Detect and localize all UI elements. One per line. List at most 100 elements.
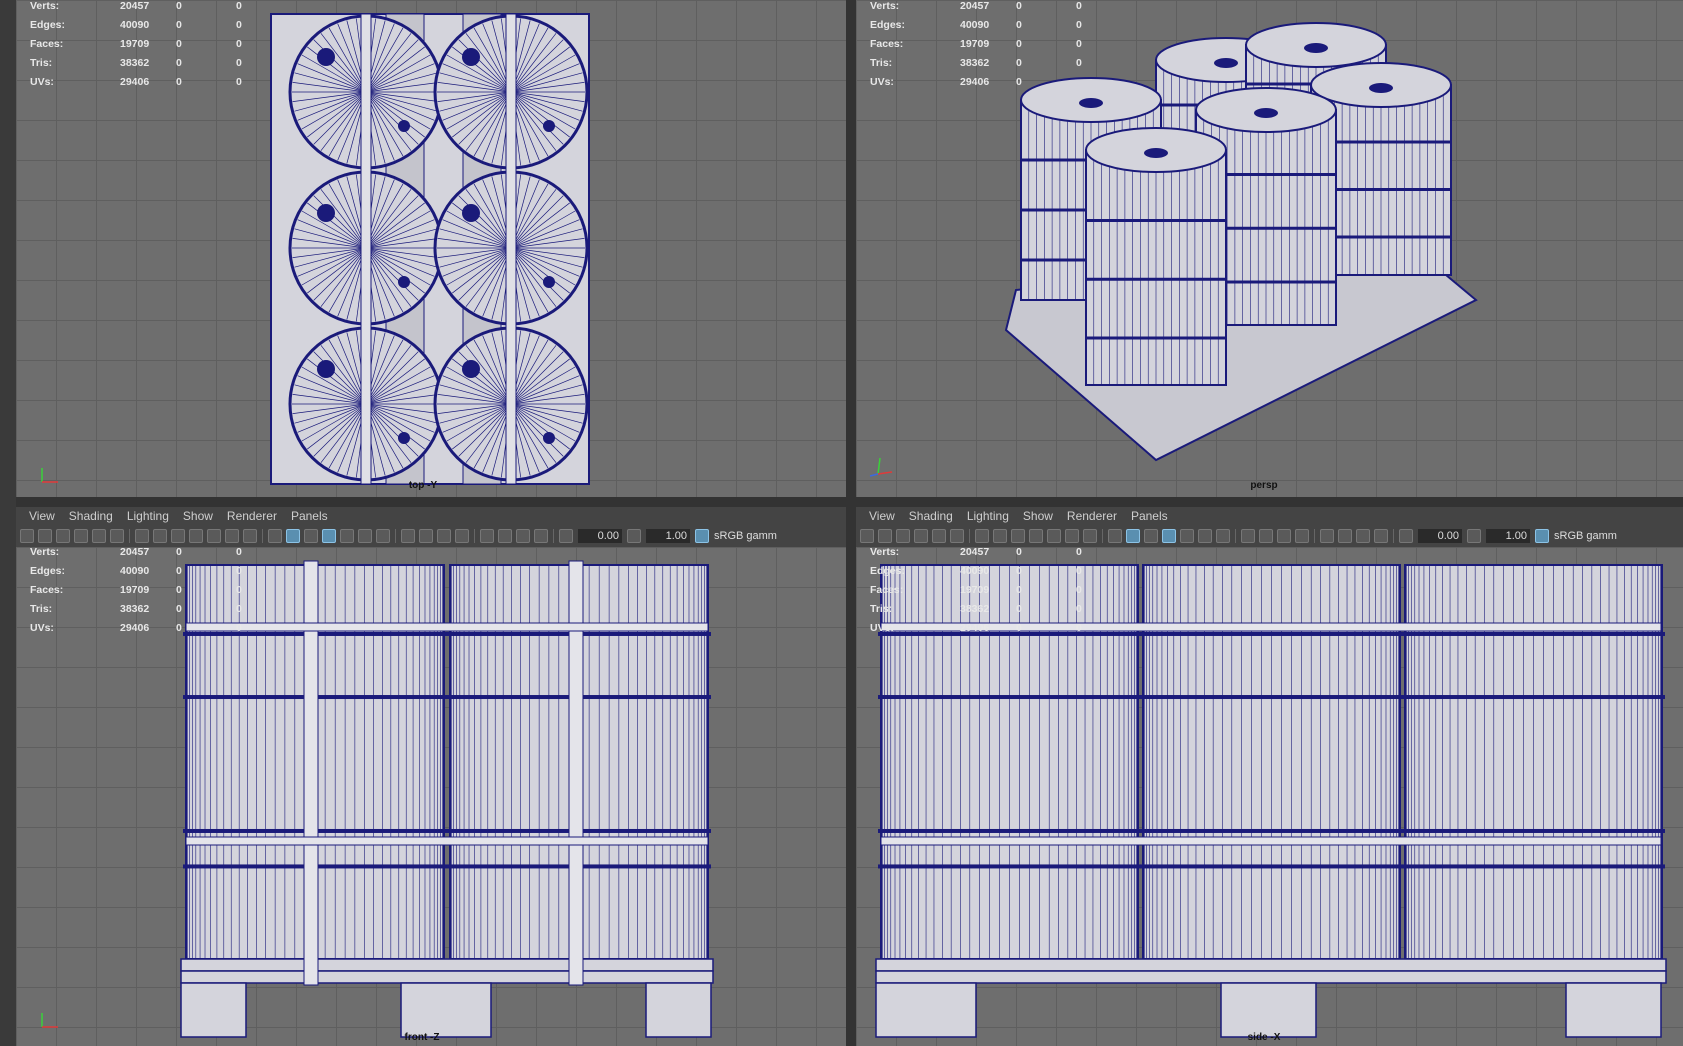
resolution-gate-icon[interactable] bbox=[1011, 529, 1025, 543]
default-material-icon[interactable] bbox=[1144, 529, 1158, 543]
textured-icon[interactable] bbox=[1180, 529, 1194, 543]
axis-gizmo-icon bbox=[41, 1013, 58, 1028]
isolate-select-icon[interactable] bbox=[1320, 529, 1334, 543]
exposure-icon[interactable] bbox=[559, 529, 573, 543]
pane-divider-horizontal[interactable] bbox=[0, 497, 1683, 507]
gamma-icon[interactable] bbox=[1467, 529, 1481, 543]
image-plane-icon[interactable] bbox=[914, 529, 928, 543]
menu-lighting[interactable]: Lighting bbox=[120, 509, 176, 523]
menu-view[interactable]: View bbox=[862, 509, 902, 523]
textured-icon[interactable] bbox=[340, 529, 354, 543]
viewport-menubar: View Shading Lighting Show Renderer Pane… bbox=[16, 507, 846, 525]
camera-label-persp: persp bbox=[1250, 480, 1278, 491]
menu-panels[interactable]: Panels bbox=[284, 509, 335, 523]
view-2d-pan-icon[interactable] bbox=[932, 529, 946, 543]
isolate-select-icon[interactable] bbox=[480, 529, 494, 543]
menu-shading[interactable]: Shading bbox=[62, 509, 120, 523]
view-2d-pan-icon[interactable] bbox=[92, 529, 106, 543]
viewport-menubar: View Shading Lighting Show Renderer Pane… bbox=[856, 507, 1683, 525]
hud-poly-count: Verts: 20457 0 0 Edges: 40090 0 0 Faces: 19709 0… bbox=[30, 546, 242, 634]
exposure-field[interactable]: 0.00 bbox=[578, 529, 622, 543]
safe-action-icon[interactable] bbox=[225, 529, 239, 543]
hud-poly-count: Verts: 20457 0 0 Edges: 40090 0 0 Faces: 19709 0… bbox=[870, 546, 1082, 634]
xray-joints-icon[interactable] bbox=[534, 529, 548, 543]
exposure-field[interactable]: 0.00 bbox=[1418, 529, 1462, 543]
left-edge-strip bbox=[0, 0, 16, 1046]
viewport-top[interactable]: Verts: 20457 0 0 Edges: 40090 0 0 Faces: 19709 0… bbox=[16, 0, 846, 497]
camera-label-top: top -Y bbox=[408, 480, 438, 491]
viewport-side[interactable]: View Shading Lighting Show Renderer Pane… bbox=[856, 507, 1683, 1046]
wireframe-on-shaded-icon[interactable] bbox=[322, 529, 336, 543]
camera-attr-icon[interactable] bbox=[878, 529, 892, 543]
shadows-icon[interactable] bbox=[1216, 529, 1230, 543]
ambient-occlusion-icon[interactable] bbox=[1241, 529, 1255, 543]
menu-panels[interactable]: Panels bbox=[1124, 509, 1175, 523]
grid-icon[interactable] bbox=[135, 529, 149, 543]
shadows-icon[interactable] bbox=[376, 529, 390, 543]
anti-aliasing-icon[interactable] bbox=[437, 529, 451, 543]
safe-action-icon[interactable] bbox=[1065, 529, 1079, 543]
xray-icon[interactable] bbox=[498, 529, 512, 543]
camera-label-side: side -X bbox=[1247, 1032, 1281, 1043]
motion-blur-icon[interactable] bbox=[419, 529, 433, 543]
anti-aliasing-icon[interactable] bbox=[1277, 529, 1291, 543]
axis-gizmo-icon bbox=[41, 468, 58, 483]
camera-label-front: front -Z bbox=[404, 1032, 440, 1043]
ambient-occlusion-icon[interactable] bbox=[401, 529, 415, 543]
xray-icon[interactable] bbox=[1338, 529, 1352, 543]
camera-attr-icon[interactable] bbox=[38, 529, 52, 543]
gamma-field[interactable]: 1.00 bbox=[646, 529, 690, 543]
depth-of-field-icon[interactable] bbox=[1295, 529, 1309, 543]
exposure-icon[interactable] bbox=[1399, 529, 1413, 543]
camera-select-icon[interactable] bbox=[20, 529, 34, 543]
safe-title-icon[interactable] bbox=[243, 529, 257, 543]
film-gate-icon[interactable] bbox=[993, 529, 1007, 543]
gamma-icon[interactable] bbox=[627, 529, 641, 543]
viewport-persp[interactable]: Verts: 20457 0 0 Edges: 40090 0 0 Faces: 19709 0… bbox=[856, 0, 1683, 497]
wireframe-icon[interactable] bbox=[1108, 529, 1122, 543]
lights-icon[interactable] bbox=[1198, 529, 1212, 543]
menu-view[interactable]: View bbox=[22, 509, 62, 523]
bookmark-icon[interactable] bbox=[896, 529, 910, 543]
color-management-icon[interactable] bbox=[1535, 529, 1549, 543]
menu-show[interactable]: Show bbox=[176, 509, 220, 523]
image-plane-icon[interactable] bbox=[74, 529, 88, 543]
wireframe-on-shaded-icon[interactable] bbox=[1162, 529, 1176, 543]
grease-pencil-icon[interactable] bbox=[110, 529, 124, 543]
color-space-label[interactable]: sRGB gamm bbox=[714, 530, 777, 542]
xray-active-icon[interactable] bbox=[516, 529, 530, 543]
safe-title-icon[interactable] bbox=[1083, 529, 1097, 543]
pane-divider-vertical[interactable] bbox=[846, 0, 856, 1046]
axis-gizmo-icon bbox=[869, 457, 893, 477]
top-view-drums bbox=[270, 13, 590, 485]
film-gate-icon[interactable] bbox=[153, 529, 167, 543]
wireframe-icon[interactable] bbox=[268, 529, 282, 543]
motion-blur-icon[interactable] bbox=[1259, 529, 1273, 543]
xray-active-icon[interactable] bbox=[1356, 529, 1370, 543]
grid-icon[interactable] bbox=[975, 529, 989, 543]
viewport-front[interactable]: View Shading Lighting Show Renderer Pane… bbox=[16, 507, 846, 1046]
color-management-icon[interactable] bbox=[695, 529, 709, 543]
menu-shading[interactable]: Shading bbox=[902, 509, 960, 523]
menu-renderer[interactable]: Renderer bbox=[1060, 509, 1124, 523]
field-chart-icon[interactable] bbox=[1047, 529, 1061, 543]
color-space-label[interactable]: sRGB gamm bbox=[1554, 530, 1617, 542]
depth-of-field-icon[interactable] bbox=[455, 529, 469, 543]
menu-lighting[interactable]: Lighting bbox=[960, 509, 1016, 523]
menu-renderer[interactable]: Renderer bbox=[220, 509, 284, 523]
gamma-field[interactable]: 1.00 bbox=[1486, 529, 1530, 543]
lights-icon[interactable] bbox=[358, 529, 372, 543]
bookmark-icon[interactable] bbox=[56, 529, 70, 543]
smooth-shade-icon[interactable] bbox=[1126, 529, 1140, 543]
grease-pencil-icon[interactable] bbox=[950, 529, 964, 543]
gate-mask-icon[interactable] bbox=[189, 529, 203, 543]
field-chart-icon[interactable] bbox=[207, 529, 221, 543]
smooth-shade-icon[interactable] bbox=[286, 529, 300, 543]
xray-joints-icon[interactable] bbox=[1374, 529, 1388, 543]
menu-show[interactable]: Show bbox=[1016, 509, 1060, 523]
gate-mask-icon[interactable] bbox=[1029, 529, 1043, 543]
persp-view-drums bbox=[1004, 22, 1478, 462]
resolution-gate-icon[interactable] bbox=[171, 529, 185, 543]
camera-select-icon[interactable] bbox=[860, 529, 874, 543]
default-material-icon[interactable] bbox=[304, 529, 318, 543]
